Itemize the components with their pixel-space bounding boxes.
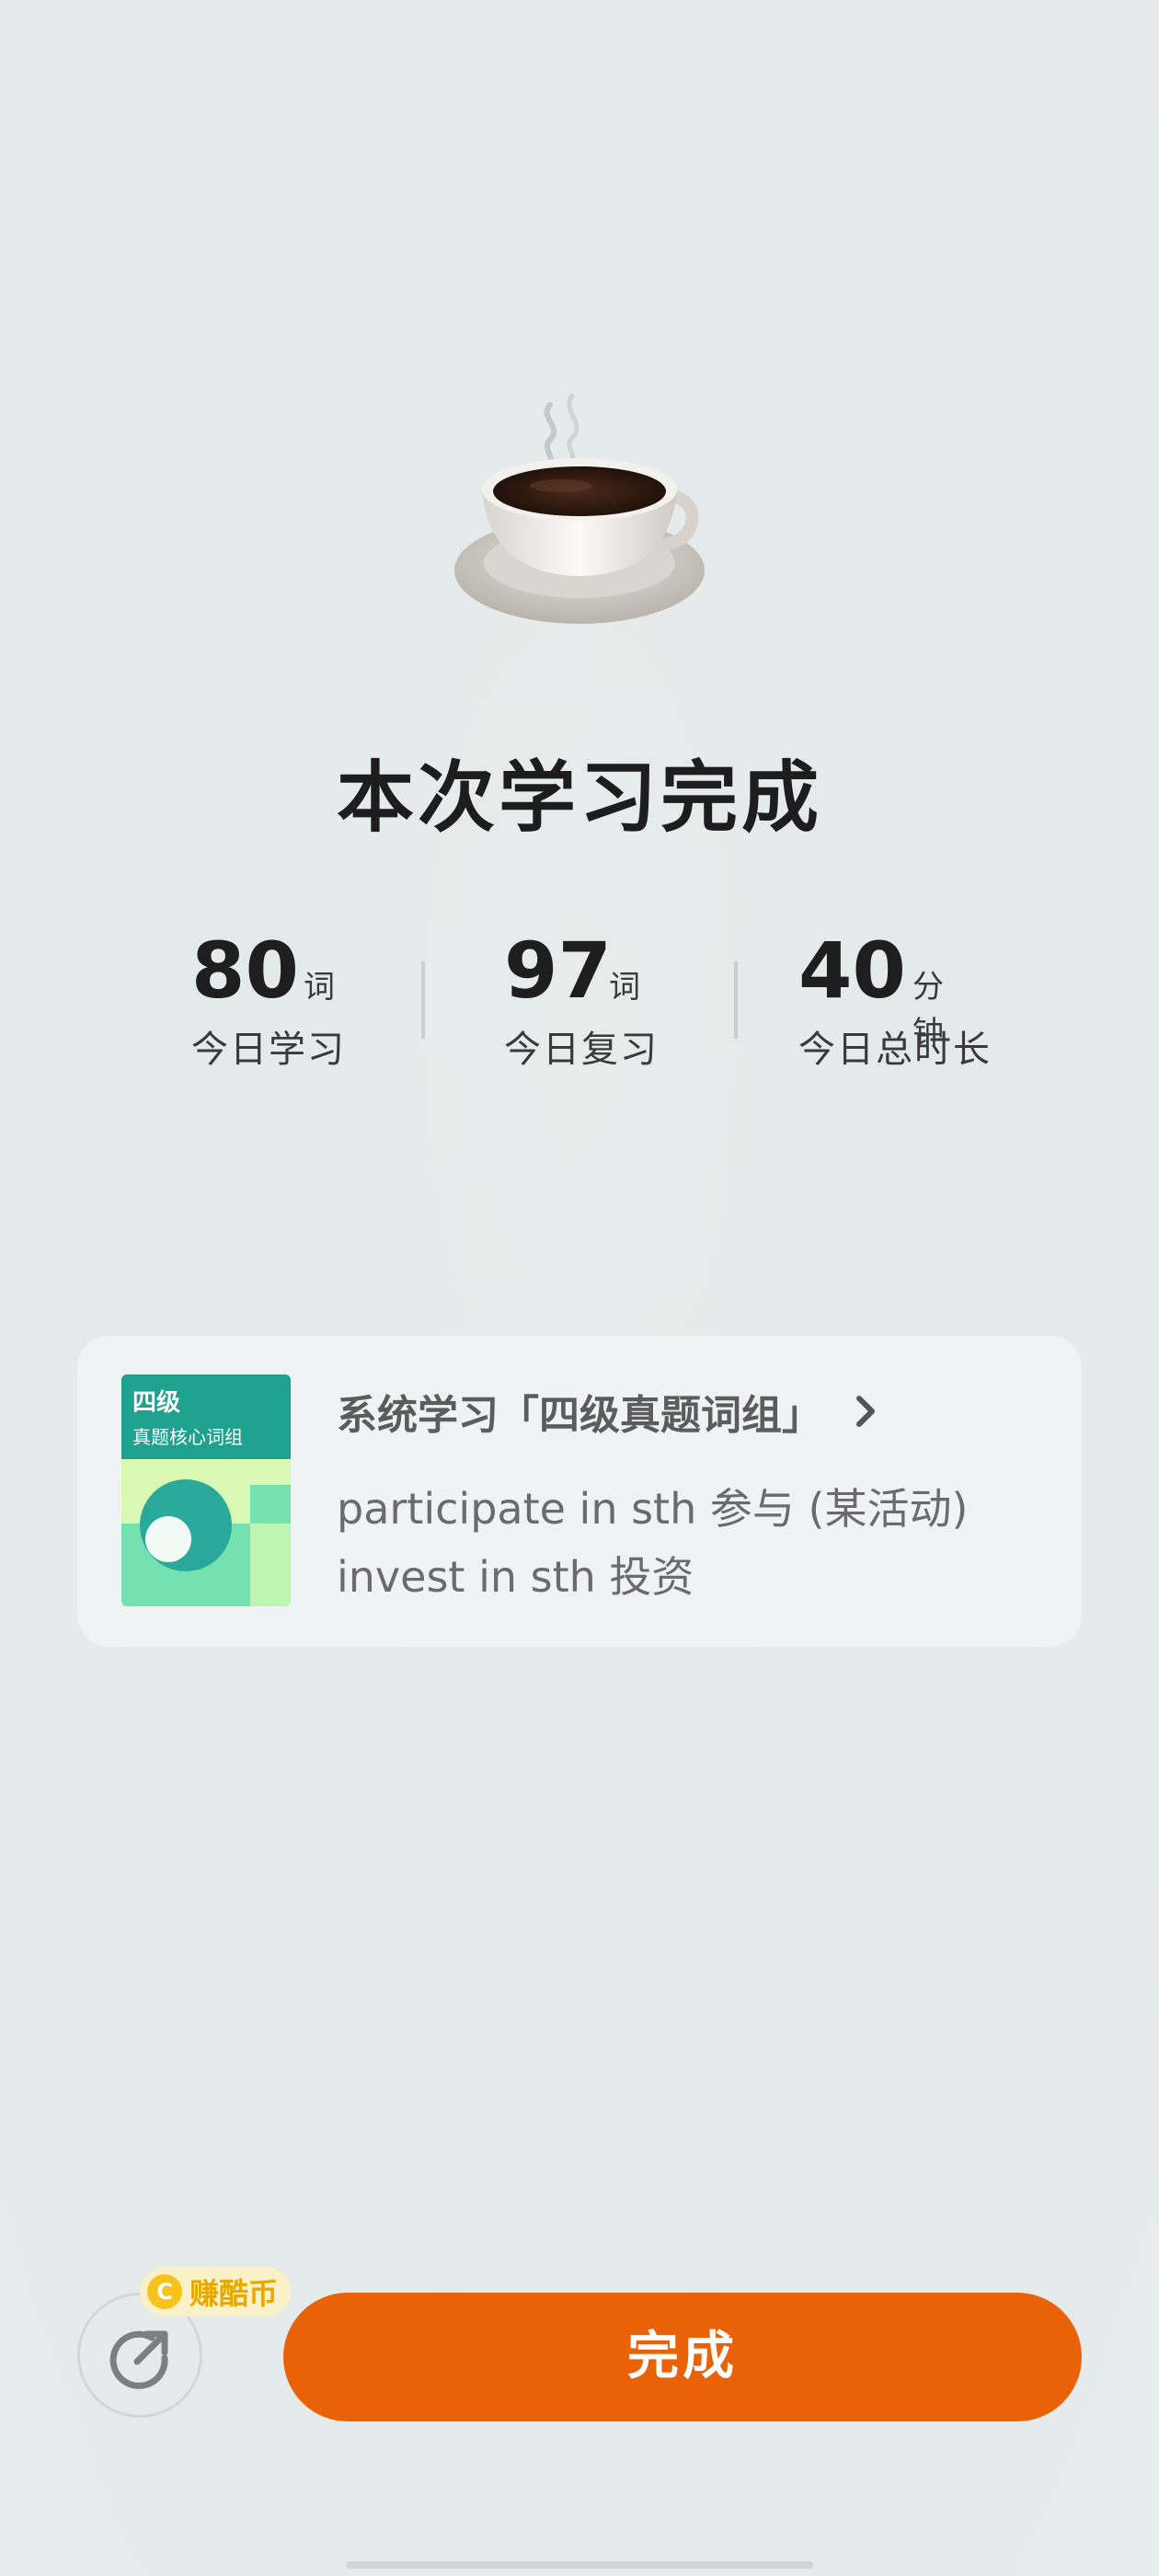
cover-title: 四级 xyxy=(132,1389,181,1417)
stat-unit: 词 xyxy=(609,969,640,1006)
stat-label: 今日学习 xyxy=(191,1029,346,1071)
chevron-right-icon xyxy=(856,1396,875,1427)
page-title: 本次学习完成 xyxy=(336,753,822,843)
divider xyxy=(734,961,738,1039)
divider xyxy=(421,961,425,1039)
earn-coin-badge[interactable]: C 赚酷币 xyxy=(140,2267,292,2317)
stat-value: 97 xyxy=(504,926,612,1016)
book-card-header[interactable]: 系统学习「四级真题词组」 xyxy=(337,1384,881,1439)
stat-label: 今日复习 xyxy=(504,1029,659,1071)
phrase-line: participate in sth 参与 (某活动) xyxy=(337,1484,969,1534)
book-card-title: 系统学习「四级真题词组」 xyxy=(337,1392,822,1439)
stat-value: 40 xyxy=(798,926,906,1016)
coin-icon: C xyxy=(147,2274,182,2309)
stat-unit: 词 xyxy=(304,969,335,1006)
stat-label: 今日总时长 xyxy=(798,1029,992,1071)
coffee-cup-icon xyxy=(442,386,717,644)
coin-badge-label: 赚酷币 xyxy=(189,2276,279,2311)
home-indicator xyxy=(346,2561,813,2569)
phrase-line: invest in sth 投资 xyxy=(337,1552,694,1602)
cover-header: 四级 真题核心词组 xyxy=(121,1374,291,1459)
stat-value: 80 xyxy=(191,926,299,1016)
cover-subtitle: 真题核心词组 xyxy=(132,1426,243,1448)
book-cover: 四级 真题核心词组 xyxy=(121,1374,291,1606)
stats-row: 80 词 今日学习 97 词 今日复习 40 分钟 今日总时长 xyxy=(0,920,1159,1086)
cover-shape xyxy=(250,1485,291,1524)
book-card[interactable]: 四级 真题核心词组 系统学习「四级真题词组」 participate in st… xyxy=(77,1336,1082,1647)
cover-dot xyxy=(145,1516,191,1562)
share-icon xyxy=(109,2330,168,2389)
done-button[interactable]: 完成 xyxy=(283,2293,1082,2421)
